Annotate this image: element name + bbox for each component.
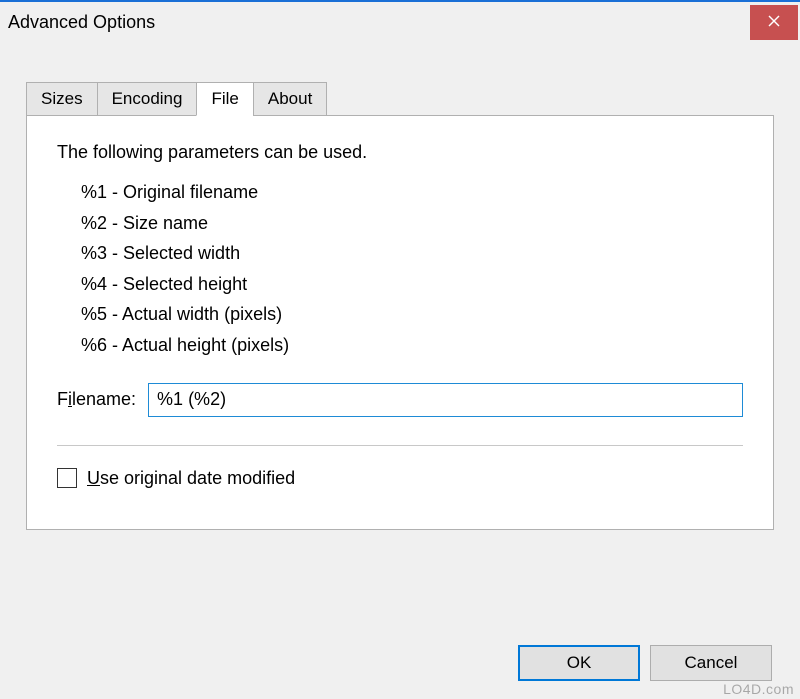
param-item: %2 - Size name xyxy=(81,208,743,239)
param-item: %5 - Actual width (pixels) xyxy=(81,299,743,330)
param-item: %3 - Selected width xyxy=(81,238,743,269)
tab-container: Sizes Encoding File About The following … xyxy=(26,82,774,530)
tab-file[interactable]: File xyxy=(196,82,253,116)
ok-button[interactable]: OK xyxy=(518,645,640,681)
label-part: se original date modified xyxy=(100,468,295,488)
use-original-date-label: Use original date modified xyxy=(87,468,295,489)
label-accel: U xyxy=(87,468,100,488)
tab-about[interactable]: About xyxy=(253,82,327,116)
label-part: F xyxy=(57,389,68,409)
intro-text: The following parameters can be used. xyxy=(57,142,743,163)
divider xyxy=(57,445,743,446)
close-button[interactable] xyxy=(750,5,798,40)
use-original-date-checkbox[interactable] xyxy=(57,468,77,488)
titlebar[interactable]: Advanced Options xyxy=(0,2,800,42)
cancel-button[interactable]: Cancel xyxy=(650,645,772,681)
tab-sizes[interactable]: Sizes xyxy=(26,82,98,116)
param-item: %4 - Selected height xyxy=(81,269,743,300)
filename-row: Filename: xyxy=(57,383,743,417)
use-original-date-row: Use original date modified xyxy=(57,468,743,489)
filename-label: Filename: xyxy=(57,389,136,410)
watermark: LO4D.com xyxy=(723,681,794,697)
window-title: Advanced Options xyxy=(8,12,155,33)
label-part: lename: xyxy=(72,389,136,409)
param-list: %1 - Original filename %2 - Size name %3… xyxy=(81,177,743,361)
param-item: %6 - Actual height (pixels) xyxy=(81,330,743,361)
close-icon xyxy=(768,14,780,30)
dialog-buttons: OK Cancel xyxy=(518,645,772,681)
tab-encoding[interactable]: Encoding xyxy=(97,82,198,116)
window: Advanced Options Sizes Encoding File Abo… xyxy=(0,0,800,699)
param-item: %1 - Original filename xyxy=(81,177,743,208)
tabstrip: Sizes Encoding File About xyxy=(26,82,774,116)
filename-input[interactable] xyxy=(148,383,743,417)
tab-panel-file: The following parameters can be used. %1… xyxy=(26,115,774,530)
